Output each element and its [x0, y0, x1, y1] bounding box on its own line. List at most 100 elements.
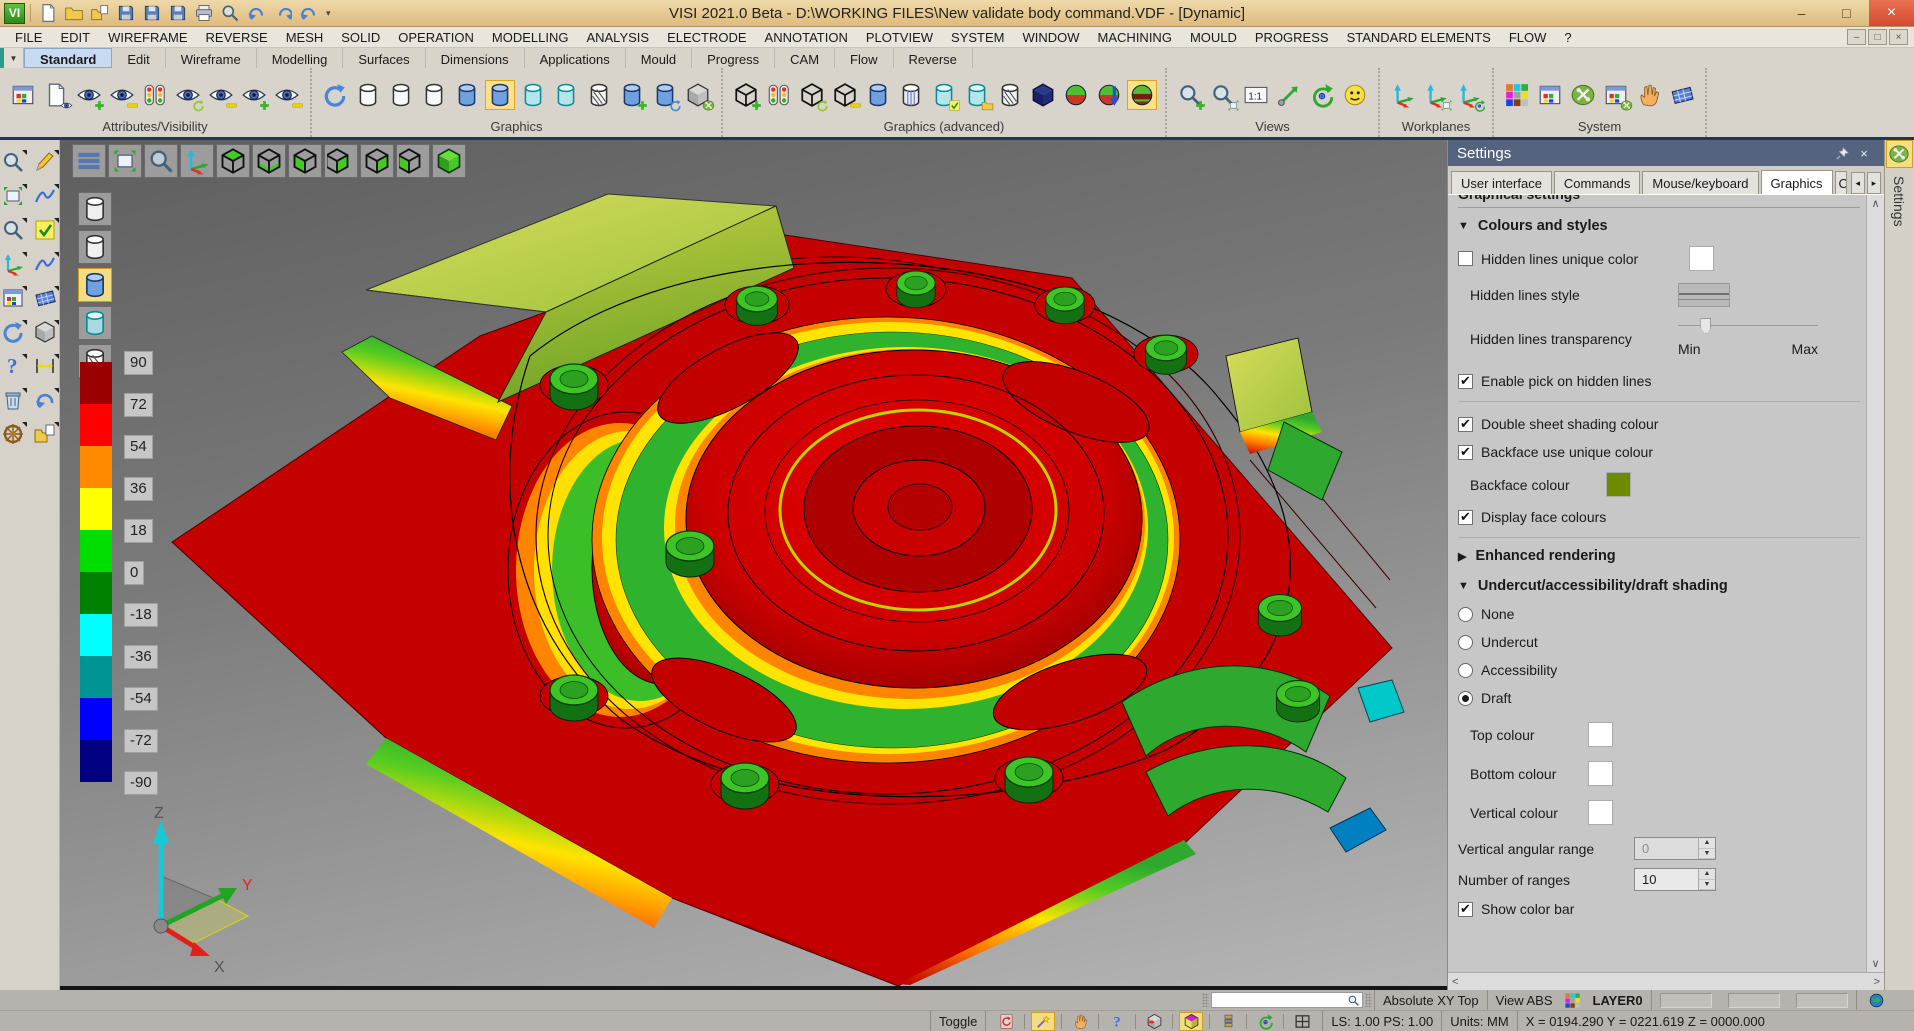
menu-annotation[interactable]: ANNOTATION [756, 29, 857, 46]
show-entities-icon[interactable] [74, 80, 104, 110]
copy-shading-icon[interactable] [650, 80, 680, 110]
undo-history-icon[interactable] [296, 1, 320, 25]
tab-reverse[interactable]: Reverse [894, 48, 973, 68]
hidden-line-mode-icon[interactable] [386, 80, 416, 110]
shade-new-entities-icon[interactable] [617, 80, 647, 110]
measure-distance-icon[interactable] [33, 354, 59, 380]
backface-colour-swatch[interactable] [1606, 472, 1631, 497]
tab-surfaces[interactable]: Surfaces [343, 48, 425, 68]
menu-help[interactable]: ? [1555, 29, 1580, 46]
rotate-view-icon[interactable] [1253, 1012, 1277, 1031]
dynamic-view-icon[interactable] [1274, 80, 1304, 110]
menu-edit[interactable]: EDIT [51, 29, 99, 46]
magic-wand-icon[interactable] [1031, 1012, 1055, 1031]
cube-back-view-icon[interactable] [324, 144, 358, 178]
view-mode[interactable]: View ABS [1487, 990, 1561, 1010]
radio-none[interactable] [1458, 607, 1473, 622]
validate-check-icon[interactable] [33, 218, 59, 244]
tab-flow[interactable]: Flow [835, 48, 893, 68]
settings-side-icon[interactable] [1886, 140, 1913, 168]
spline-curve-icon[interactable] [33, 252, 59, 278]
display-hidden-line-icon[interactable] [78, 230, 112, 264]
save-icon[interactable] [114, 1, 138, 25]
vertical-angular-range-spinner[interactable]: 0▲▼ [1634, 837, 1716, 860]
undo-icon[interactable] [244, 1, 268, 25]
hidden-lines-unique-color-checkbox[interactable] [1458, 251, 1473, 266]
solid-refresh-icon[interactable] [797, 80, 827, 110]
shaded-edges-mode-icon[interactable] [452, 80, 482, 110]
globe-icon[interactable] [1865, 991, 1889, 1010]
erase-pencil-icon[interactable] [33, 150, 59, 176]
tab-list-dropdown[interactable]: ▼ [0, 48, 24, 68]
child-close-button[interactable]: × [1889, 29, 1908, 45]
print-icon[interactable] [192, 1, 216, 25]
hide-all-icon[interactable] [272, 80, 302, 110]
pick-hand-icon[interactable] [1068, 1012, 1092, 1031]
tab-applications[interactable]: Applications [525, 48, 626, 68]
context-help-icon[interactable] [1, 354, 27, 380]
section-enhanced-rendering[interactable]: ▶Enhanced rendering [1458, 548, 1860, 564]
attributes-brush-icon[interactable] [8, 80, 38, 110]
tab-dimensions[interactable]: Dimensions [426, 48, 525, 68]
system-settings-icon[interactable] [1568, 80, 1598, 110]
refresh-view-icon[interactable] [1, 320, 27, 346]
machining-wheel-icon[interactable] [1, 422, 27, 448]
cube-front-view-icon[interactable] [288, 144, 322, 178]
dashed-hidden-mode-icon[interactable] [419, 80, 449, 110]
hidden-lines-style-picker[interactable] [1678, 283, 1730, 307]
menu-modelling[interactable]: MODELLING [483, 29, 578, 46]
shading-options-icon[interactable] [683, 80, 713, 110]
workplane-axes-icon[interactable] [1, 252, 27, 278]
solid-add-icon[interactable] [731, 80, 761, 110]
axes-view-icon[interactable] [180, 144, 214, 178]
undo-gray-icon[interactable] [33, 388, 59, 414]
selection-hand-icon[interactable] [1634, 80, 1664, 110]
show-color-bar-checkbox[interactable] [1458, 902, 1473, 917]
context-help-icon[interactable] [1105, 1012, 1129, 1031]
zoom-solid-icon[interactable] [1, 218, 27, 244]
visibility-traffic-light-icon[interactable] [140, 80, 170, 110]
settings-vertical-scrollbar[interactable]: ∧∨ [1866, 195, 1884, 972]
child-minimize-button[interactable]: – [1847, 29, 1866, 45]
menu-flow[interactable]: FLOW [1500, 29, 1556, 46]
render-smiley-icon[interactable] [1340, 80, 1370, 110]
close-panel-icon[interactable]: × [1853, 143, 1875, 163]
menu-wireframe[interactable]: WIREFRAME [99, 29, 196, 46]
bottom-colour-swatch[interactable] [1588, 761, 1613, 786]
view-menu-hamburger-icon[interactable] [72, 144, 106, 178]
cylinder-validate-icon[interactable] [929, 80, 959, 110]
workplane-rotate-icon[interactable] [1454, 80, 1484, 110]
cube-bottom-view-icon[interactable] [252, 144, 286, 178]
settings-tab-graphics[interactable]: Graphics [1761, 170, 1833, 194]
graphics-viewport[interactable]: 90 72 54 36 18 0 -18 -36 -54 -72 -90 [60, 140, 1447, 990]
display-shaded-icon[interactable] [78, 268, 112, 302]
radio-undercut[interactable] [1458, 635, 1473, 650]
cube-right-view-icon[interactable] [360, 144, 394, 178]
cube-top-view-icon[interactable] [216, 144, 250, 178]
save-all-icon[interactable] [166, 1, 190, 25]
tab-wireframe[interactable]: Wireframe [166, 48, 257, 68]
menu-mesh[interactable]: MESH [277, 29, 333, 46]
hidden-lines-color-swatch[interactable] [1689, 246, 1714, 271]
hatched-mode-icon[interactable] [584, 80, 614, 110]
vertical-colour-swatch[interactable] [1588, 800, 1613, 825]
solid-arrow-icon[interactable] [1142, 1012, 1166, 1031]
toggle-button[interactable]: Toggle [930, 1011, 985, 1031]
menu-operation[interactable]: OPERATION [389, 29, 483, 46]
cylinder-wire-icon[interactable] [995, 80, 1025, 110]
menu-window[interactable]: WINDOW [1014, 29, 1089, 46]
search-input[interactable] [1211, 992, 1363, 1008]
double-sheet-checkbox[interactable] [1458, 417, 1473, 432]
preview-eye-page-icon[interactable] [41, 80, 71, 110]
maximize-button[interactable]: □ [1824, 0, 1869, 26]
fit-view-icon[interactable] [108, 144, 142, 178]
cylinder-note-icon[interactable] [962, 80, 992, 110]
open-file-icon[interactable] [62, 1, 86, 25]
refresh-view-icon[interactable] [1307, 80, 1337, 110]
zoom-previous-icon[interactable] [144, 144, 178, 178]
ghost-mode-icon[interactable] [551, 80, 581, 110]
quick-access-dropdown[interactable]: ▾ [322, 8, 335, 19]
menu-analysis[interactable]: ANALYSIS [577, 29, 658, 46]
colour-table-icon[interactable] [1502, 80, 1532, 110]
regen-view-icon[interactable] [320, 80, 350, 110]
